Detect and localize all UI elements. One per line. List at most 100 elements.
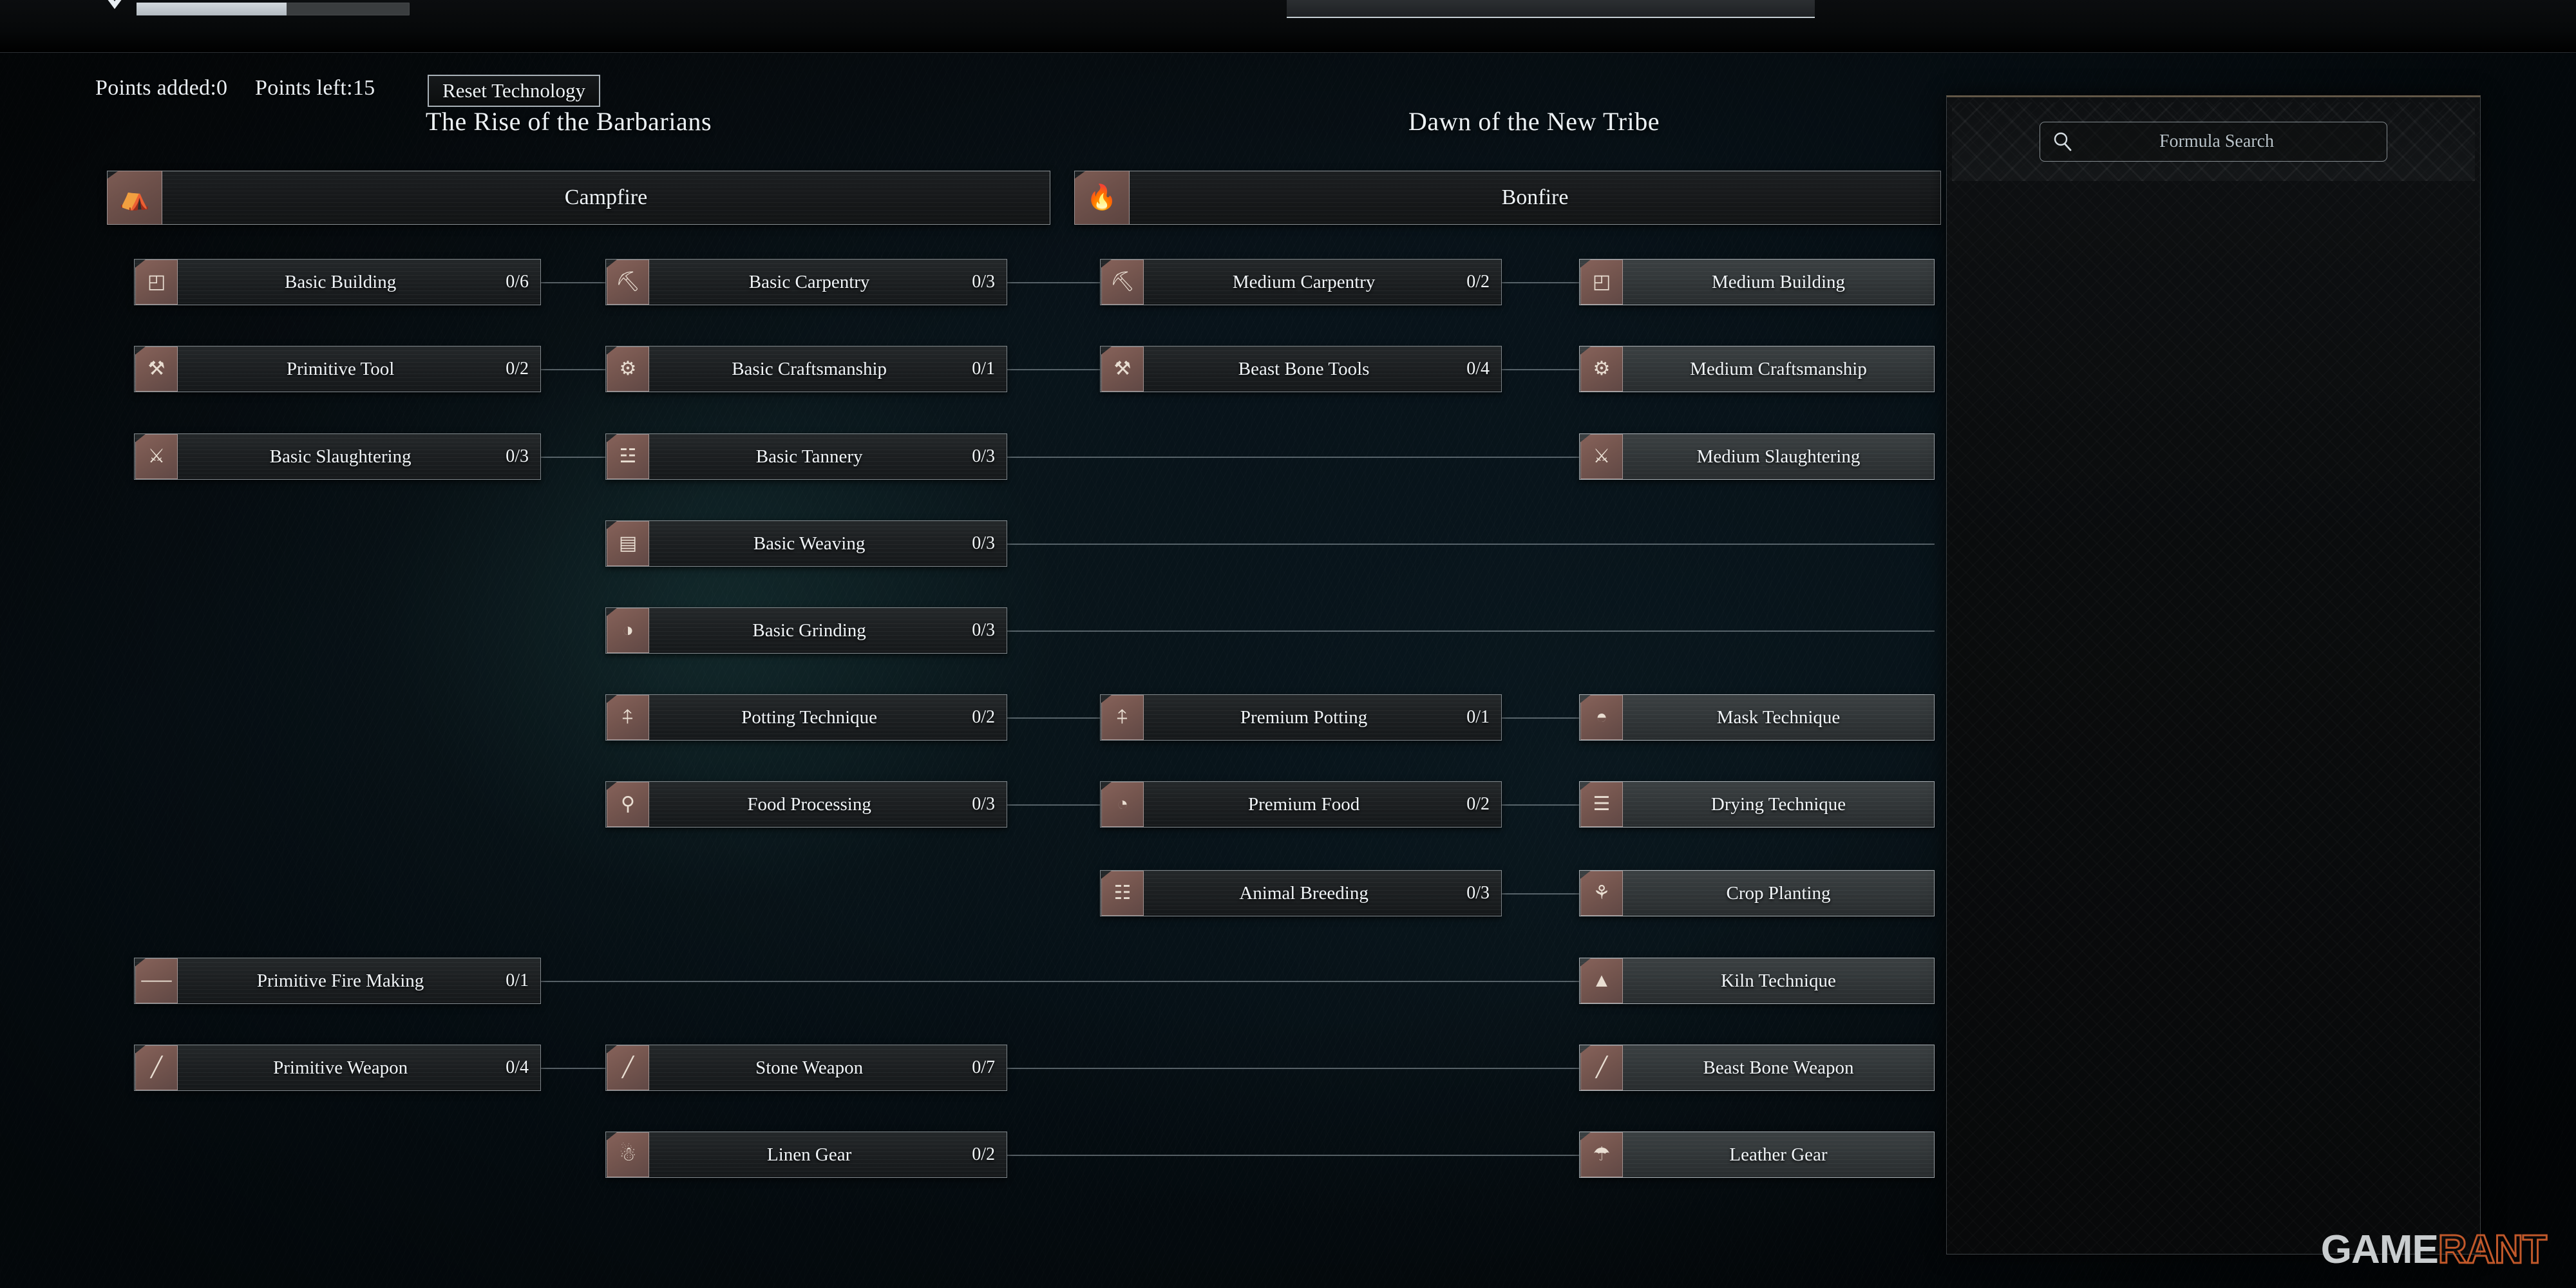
tech-node-body: Premium Food 0/2 — [1144, 782, 1501, 827]
tech-node-medium-building[interactable]: ◰ Medium Building — [1579, 259, 1935, 305]
tech-node-basic-grinding[interactable]: ◑ Basic Grinding 0/3 — [605, 607, 1007, 654]
tech-node-body: Medium Carpentry 0/2 — [1144, 260, 1501, 305]
tech-node-basic-tannery[interactable]: ☳ Basic Tannery 0/3 — [605, 433, 1007, 480]
butcher-table-icon: ⚔ — [1580, 434, 1623, 479]
tech-node-label: Stone Weapon — [755, 1057, 864, 1078]
tier-bar-campfire[interactable]: ⛺ Campfire — [107, 170, 1050, 225]
hud-progress-fill — [137, 3, 287, 15]
tech-node-label: Basic Slaughtering — [269, 446, 412, 467]
tech-node-body: Animal Breeding 0/3 — [1144, 871, 1501, 916]
tech-node-progress-counter: 0/2 — [972, 1144, 995, 1164]
tech-node-body: Basic Slaughtering 0/3 — [178, 434, 540, 479]
tech-node-progress-counter: 0/3 — [972, 272, 995, 292]
tech-node-label: Primitive Weapon — [273, 1057, 408, 1078]
tech-node-primitive-tool[interactable]: ⚒ Primitive Tool 0/2 — [134, 346, 541, 392]
search-icon — [2052, 131, 2074, 153]
bonfire-icon: 🔥 — [1074, 170, 1130, 225]
tech-connector — [1007, 544, 1935, 545]
stone-block-icon: ◰ — [1580, 260, 1623, 305]
pottery-icon: ⍏ — [1101, 695, 1144, 740]
tech-node-progress-counter: 0/3 — [1466, 883, 1490, 903]
tech-node-beast-bone-weapon[interactable]: ╱ Beast Bone Weapon — [1579, 1045, 1935, 1091]
craft-bench-icon: ⚙ — [1580, 346, 1623, 392]
butcher-table-icon: ⚔ — [135, 434, 178, 479]
tech-node-label: Medium Building — [1711, 271, 1846, 292]
tech-node-body: Drying Technique — [1623, 782, 1934, 827]
tech-node-body: Linen Gear 0/2 — [649, 1132, 1007, 1177]
tech-node-basic-building[interactable]: ◰ Basic Building 0/6 — [134, 259, 541, 305]
tech-node-label: Basic Carpentry — [748, 271, 870, 292]
drying-rack-icon: ☰ — [1580, 782, 1623, 827]
cooking-pot-icon: ⚲ — [607, 782, 649, 827]
tech-node-medium-slaughtering[interactable]: ⚔ Medium Slaughtering — [1579, 433, 1935, 480]
tech-connector — [541, 282, 605, 283]
tech-node-primitive-fire-making[interactable]: ⸺ Primitive Fire Making 0/1 — [134, 958, 541, 1004]
tech-node-body: Leather Gear — [1623, 1132, 1934, 1177]
tech-node-label: Basic Craftsmanship — [732, 358, 887, 379]
food-plate-icon: ◔ — [1101, 782, 1144, 827]
tech-connector — [1007, 457, 1579, 458]
tech-node-crop-planting[interactable]: ⚘ Crop Planting — [1579, 870, 1935, 916]
stone-axe-icon: ⚒ — [135, 346, 178, 392]
tech-node-leather-gear[interactable]: ☂ Leather Gear — [1579, 1132, 1935, 1178]
tech-connector — [1007, 282, 1100, 283]
column-title-1: The Rise of the Barbarians — [425, 107, 712, 136]
tech-node-body: Primitive Fire Making 0/1 — [178, 958, 540, 1003]
tech-node-stone-weapon[interactable]: ╱ Stone Weapon 0/7 — [605, 1045, 1007, 1091]
tech-node-body: Premium Potting 0/1 — [1144, 695, 1501, 740]
tech-node-body: Beast Bone Tools 0/4 — [1144, 346, 1501, 392]
tech-node-label: Basic Grinding — [752, 620, 866, 641]
grindstone-icon: ◑ — [607, 608, 649, 653]
tech-connector — [541, 369, 605, 370]
tech-node-label: Kiln Technique — [1721, 970, 1836, 991]
tier-bar-bonfire[interactable]: 🔥 Bonfire — [1074, 170, 1941, 225]
tech-node-animal-breeding[interactable]: ☷ Animal Breeding 0/3 — [1100, 870, 1502, 916]
tech-connector — [1007, 804, 1100, 806]
tech-connector — [1007, 369, 1100, 370]
tech-node-basic-carpentry[interactable]: ⛏ Basic Carpentry 0/3 — [605, 259, 1007, 305]
tech-node-label: Leather Gear — [1729, 1144, 1828, 1165]
tech-node-linen-gear[interactable]: ☃ Linen Gear 0/2 — [605, 1132, 1007, 1178]
tech-node-mask-technique[interactable]: ◓ Mask Technique — [1579, 694, 1935, 741]
gamerant-watermark: GAME RANT — [2321, 1227, 2548, 1273]
tech-node-medium-carpentry[interactable]: ⛏ Medium Carpentry 0/2 — [1100, 259, 1502, 305]
kiln-stone-icon: ▲ — [1580, 958, 1623, 1003]
tech-node-body: Food Processing 0/3 — [649, 782, 1007, 827]
tech-node-primitive-weapon[interactable]: ╱ Primitive Weapon 0/4 — [134, 1045, 541, 1091]
tech-node-kiln-technique[interactable]: ▲ Kiln Technique — [1579, 958, 1935, 1004]
mask-icon: ◓ — [1580, 695, 1623, 740]
tech-connector — [541, 981, 1579, 982]
tech-node-label: Basic Tannery — [755, 446, 863, 467]
tech-node-food-processing[interactable]: ⚲ Food Processing 0/3 — [605, 781, 1007, 828]
tech-node-beast-bone-tools[interactable]: ⚒ Beast Bone Tools 0/4 — [1100, 346, 1502, 392]
tech-node-basic-slaughtering[interactable]: ⚔ Basic Slaughtering 0/3 — [134, 433, 541, 480]
tech-connector — [1502, 369, 1579, 370]
tech-node-body: Medium Building — [1623, 260, 1934, 305]
tech-node-body: Primitive Tool 0/2 — [178, 346, 540, 392]
tech-node-progress-counter: 0/2 — [506, 359, 529, 379]
tech-node-label: Mask Technique — [1716, 706, 1841, 728]
tech-node-drying-technique[interactable]: ☰ Drying Technique — [1579, 781, 1935, 828]
formula-search-header: Formula Search — [1952, 102, 2475, 181]
reset-technology-button[interactable]: Reset Technology — [428, 75, 600, 107]
tech-node-potting-technique[interactable]: ⍏ Potting Technique 0/2 — [605, 694, 1007, 741]
tech-node-progress-counter: 0/2 — [1466, 794, 1490, 814]
tech-node-progress-counter: 0/7 — [972, 1057, 995, 1077]
tech-node-label: Premium Potting — [1240, 706, 1368, 728]
tech-node-body: Primitive Weapon 0/4 — [178, 1045, 540, 1090]
tech-node-premium-food[interactable]: ◔ Premium Food 0/2 — [1100, 781, 1502, 828]
tech-node-body: Basic Grinding 0/3 — [649, 608, 1007, 653]
tech-connector — [1502, 282, 1579, 283]
tech-node-progress-counter: 0/3 — [972, 620, 995, 640]
tech-node-body: Basic Building 0/6 — [178, 260, 540, 305]
tech-node-premium-potting[interactable]: ⍏ Premium Potting 0/1 — [1100, 694, 1502, 741]
tech-node-label: Beast Bone Weapon — [1703, 1057, 1854, 1078]
bone-axe-icon: ⚒ — [1101, 346, 1144, 392]
tech-node-basic-weaving[interactable]: ▤ Basic Weaving 0/3 — [605, 520, 1007, 567]
tech-node-progress-counter: 0/4 — [506, 1057, 529, 1077]
points-added-label: Points added:0 — [95, 76, 228, 100]
tech-node-label: Drying Technique — [1710, 793, 1846, 815]
tech-node-medium-craftsmanship[interactable]: ⚙ Medium Craftsmanship — [1579, 346, 1935, 392]
tech-node-basic-craftsmanship[interactable]: ⚙ Basic Craftsmanship 0/1 — [605, 346, 1007, 392]
search-input[interactable]: Formula Search — [2040, 122, 2387, 162]
